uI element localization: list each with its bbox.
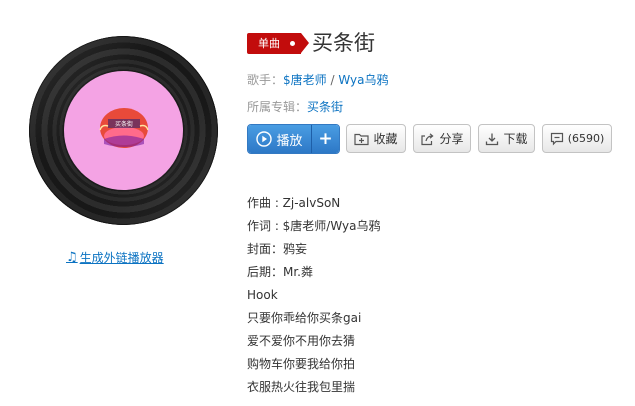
artist-separator: / xyxy=(326,73,339,87)
generate-player-label: 生成外链播放器 xyxy=(79,251,164,265)
play-button-group: 播放 + xyxy=(247,124,340,154)
play-label: 播放 xyxy=(276,133,303,149)
album-art-icon: 买条街 xyxy=(99,108,149,148)
favorite-label: 收藏 xyxy=(373,132,398,146)
artist-row: 歌手：$唐老师 / Wya乌鸦 xyxy=(247,71,388,89)
lyrics-list: 作曲 : Zj-alvSoN 作词 : $唐老师/Wya乌鸦 封面：鸦妄 后期：… xyxy=(247,192,380,399)
comment-button[interactable]: (6590) xyxy=(542,124,612,153)
play-button[interactable]: 播放 xyxy=(248,125,311,153)
album-link[interactable]: 买条街 xyxy=(307,100,343,114)
album-art-label: 买条街 xyxy=(64,71,183,190)
lyric-line: 封面：鸦妄 xyxy=(247,242,308,256)
share-label: 分享 xyxy=(439,132,464,146)
share-icon xyxy=(421,132,435,145)
download-button[interactable]: 下载 xyxy=(478,124,535,153)
add-to-playlist-button[interactable]: + xyxy=(311,125,339,153)
badge-dot-icon xyxy=(290,41,295,46)
lyric-line: 作词 : $唐老师/Wya乌鸦 xyxy=(247,219,381,233)
download-icon xyxy=(486,133,499,145)
folder-add-icon xyxy=(354,133,370,145)
download-label: 下载 xyxy=(503,132,528,146)
favorite-button[interactable]: 收藏 xyxy=(346,124,406,153)
album-row: 所属专辑：买条街 xyxy=(247,98,343,116)
song-title: 买条街 xyxy=(312,31,375,55)
single-badge: 单曲 xyxy=(247,33,309,54)
single-badge-label: 单曲 xyxy=(258,37,280,50)
comment-icon xyxy=(550,132,563,145)
lyric-line: 衣服热火往我包里揣 xyxy=(247,380,356,394)
share-button[interactable]: 分享 xyxy=(413,124,471,153)
lyric-line: 作曲 : Zj-alvSoN xyxy=(247,196,341,210)
lyric-line: 购物车你要我给你拍 xyxy=(247,357,356,371)
lyric-line: 爱不爱你不用你去猜 xyxy=(247,334,356,348)
artist-link-2[interactable]: Wya乌鸦 xyxy=(338,73,388,87)
album-cover: 买条街 xyxy=(29,36,218,225)
lyric-line: 只要你乖给你买条gai xyxy=(247,311,362,325)
lyric-line: Hook xyxy=(247,288,278,302)
play-icon xyxy=(256,131,273,147)
music-note-icon: ♫ xyxy=(66,250,78,265)
album-art-text: 买条街 xyxy=(115,120,133,128)
comment-count: (6590) xyxy=(567,132,605,145)
lyric-line: 后期：Mr.粦 xyxy=(247,265,314,279)
artist-label: 歌手： xyxy=(247,73,284,87)
generate-player-link[interactable]: ♫ 生成外链播放器 xyxy=(66,249,164,266)
artist-link-1[interactable]: $唐老师 xyxy=(283,73,327,87)
album-label: 所属专辑： xyxy=(247,100,308,114)
